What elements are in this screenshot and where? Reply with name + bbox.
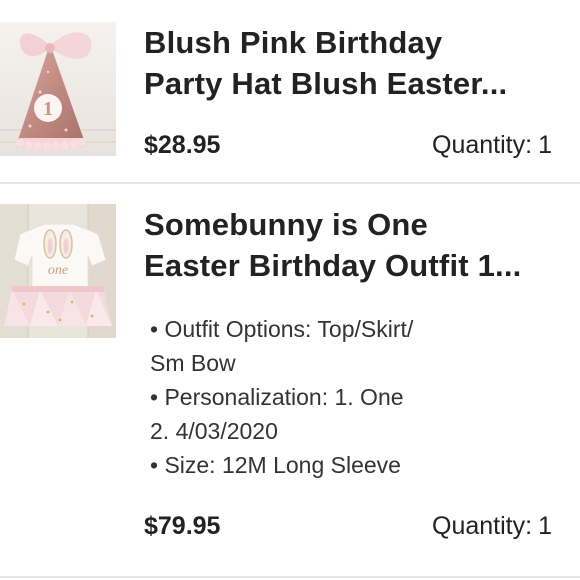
cart-item-easter-outfit: one Somebunny is One Easter Birthday Out… [0, 184, 580, 576]
svg-text:1: 1 [43, 98, 53, 120]
quantity-value: 1 [538, 131, 552, 159]
item-title[interactable]: Blush Pink Birthday Party Hat Blush East… [144, 22, 574, 104]
item-title-line-2[interactable]: Party Hat Blush Easter... [144, 63, 574, 104]
quantity-selector[interactable]: Quantity: 1 [432, 131, 552, 160]
option-line: • Personalization: 1. One [150, 384, 404, 410]
glitter-party-hat-image: 1 [0, 22, 116, 156]
item-title-line-1[interactable]: Somebunny is One [144, 204, 574, 245]
bunny-outfit-image: one [0, 204, 116, 338]
party-hat-thumbnail[interactable]: 1 [0, 22, 116, 156]
option-line: • Outfit Options: Top/Skirt/ [150, 316, 414, 342]
option-line: 2. 4/03/2020 [150, 418, 278, 444]
item-title[interactable]: Somebunny is One Easter Birthday Outfit … [144, 204, 574, 286]
item-price: $28.95 [144, 131, 221, 159]
easter-outfit-thumbnail[interactable]: one [0, 204, 116, 338]
option-line: • Size: 12M Long Sleeve [150, 452, 401, 478]
item-title-line-2[interactable]: Easter Birthday Outfit 1... [144, 245, 574, 286]
item-options-list: • Outfit Options: Top/Skirt/ Sm Bow • Pe… [150, 312, 570, 482]
item-title-line-1[interactable]: Blush Pink Birthday [144, 22, 574, 63]
item-divider [0, 576, 580, 578]
quantity-label: Quantity: [432, 512, 533, 540]
item-price: $79.95 [144, 512, 221, 540]
cart-item-party-hat: 1 Blush Pink Birthday Party Hat Blush Ea… [0, 0, 580, 182]
quantity-value: 1 [538, 512, 552, 540]
svg-text:one: one [48, 263, 68, 278]
option-line: Sm Bow [150, 350, 236, 376]
quantity-selector[interactable]: Quantity: 1 [432, 512, 552, 541]
quantity-label: Quantity: [432, 131, 533, 159]
